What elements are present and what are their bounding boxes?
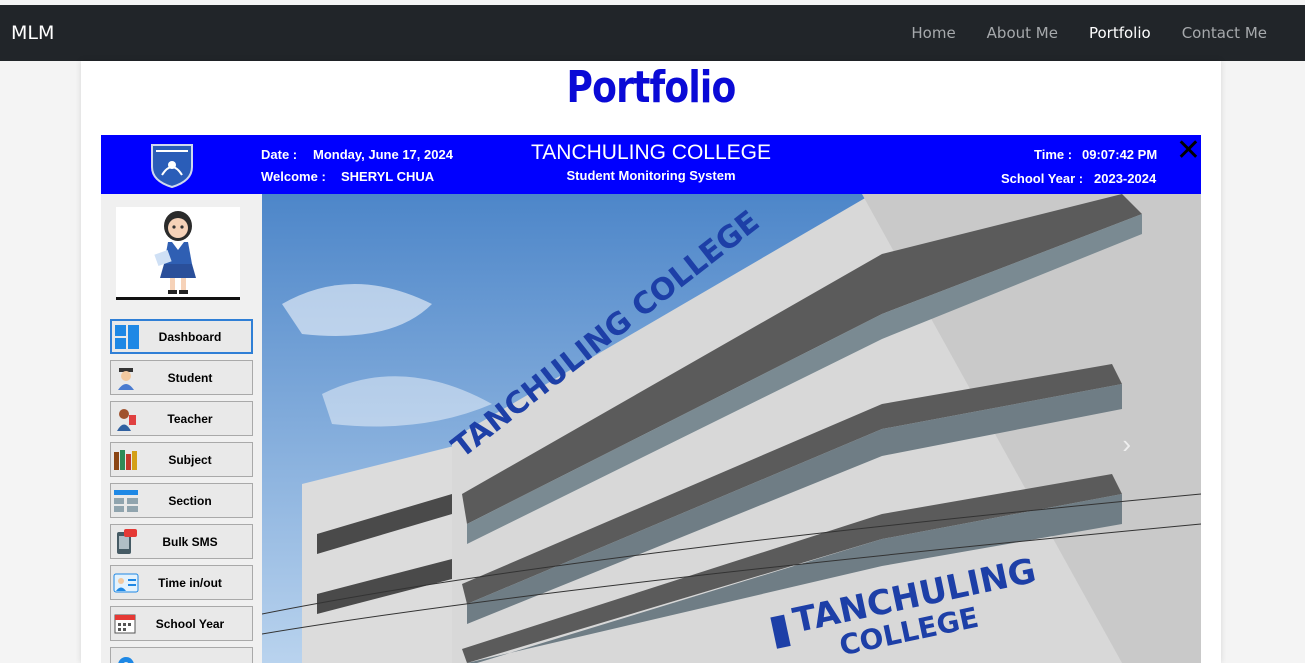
school-year-value: 2023-2024	[1094, 171, 1157, 186]
top-navbar: MLM Home About Me Portfolio Contact Me	[0, 5, 1305, 61]
gear-icon	[112, 651, 140, 663]
nav-contact[interactable]: Contact Me	[1182, 24, 1267, 42]
calendar-icon	[112, 610, 140, 638]
menu-dashboard-label: Dashboard	[158, 329, 222, 344]
brand-logo[interactable]: MLM	[11, 22, 54, 44]
menu-time-in-out-label: Time in/out	[158, 575, 222, 590]
books-icon	[112, 446, 140, 474]
portfolio-card: Portfolio Date : Monday, June 17, 2024 W…	[81, 61, 1221, 663]
menu-more-button[interactable]	[110, 647, 253, 663]
nav-portfolio[interactable]: Portfolio	[1089, 24, 1151, 42]
section-icon	[112, 487, 140, 515]
student-avatar-icon	[154, 211, 196, 294]
college-building-photo: TANCHULING COLLEGE TANCHULING COLLEGE ›	[262, 194, 1201, 663]
time-label: Time :	[1034, 147, 1073, 162]
menu-time-in-out-button[interactable]: Time in/out	[110, 565, 253, 600]
portfolio-screenshot: Date : Monday, June 17, 2024 Welcome : S…	[101, 135, 1201, 663]
menu-teacher-button[interactable]: Teacher	[110, 401, 253, 436]
menu-bulk-sms-label: Bulk SMS	[162, 534, 218, 549]
menu-subject-button[interactable]: Subject	[110, 442, 253, 477]
close-icon[interactable]: ✕	[1176, 135, 1201, 168]
nav-links: Home About Me Portfolio Contact Me	[911, 24, 1267, 42]
time-value: 09:07:42 PM	[1082, 147, 1158, 162]
school-year-label: School Year :	[1001, 171, 1084, 186]
avatar	[116, 207, 240, 300]
sms-icon	[112, 528, 140, 556]
carousel-next-icon[interactable]: ›	[1122, 429, 1131, 460]
menu-school-year-button[interactable]: School Year	[110, 606, 253, 641]
menu-section-button[interactable]: Section	[110, 483, 253, 518]
app-header: Date : Monday, June 17, 2024 Welcome : S…	[101, 135, 1201, 194]
menu-dashboard-button[interactable]: Dashboard	[110, 319, 253, 354]
nav-home[interactable]: Home	[911, 24, 955, 42]
app-sidebar: Dashboard Student Teacher Subject Sectio…	[101, 194, 262, 663]
teacher-icon	[112, 405, 140, 433]
menu-school-year-label: School Year	[155, 616, 225, 631]
menu-teacher-label: Teacher	[167, 411, 213, 426]
menu-student-label: Student	[167, 370, 213, 385]
menu-section-label: Section	[168, 493, 212, 508]
student-icon	[112, 364, 140, 392]
nav-about[interactable]: About Me	[987, 24, 1058, 42]
time-card-icon	[112, 569, 140, 597]
page-title: Portfolio	[566, 62, 737, 113]
menu-bulk-sms-button[interactable]: Bulk SMS	[110, 524, 253, 559]
menu-student-button[interactable]: Student	[110, 360, 253, 395]
menu-subject-label: Subject	[168, 452, 212, 467]
dashboard-icon	[113, 323, 141, 351]
